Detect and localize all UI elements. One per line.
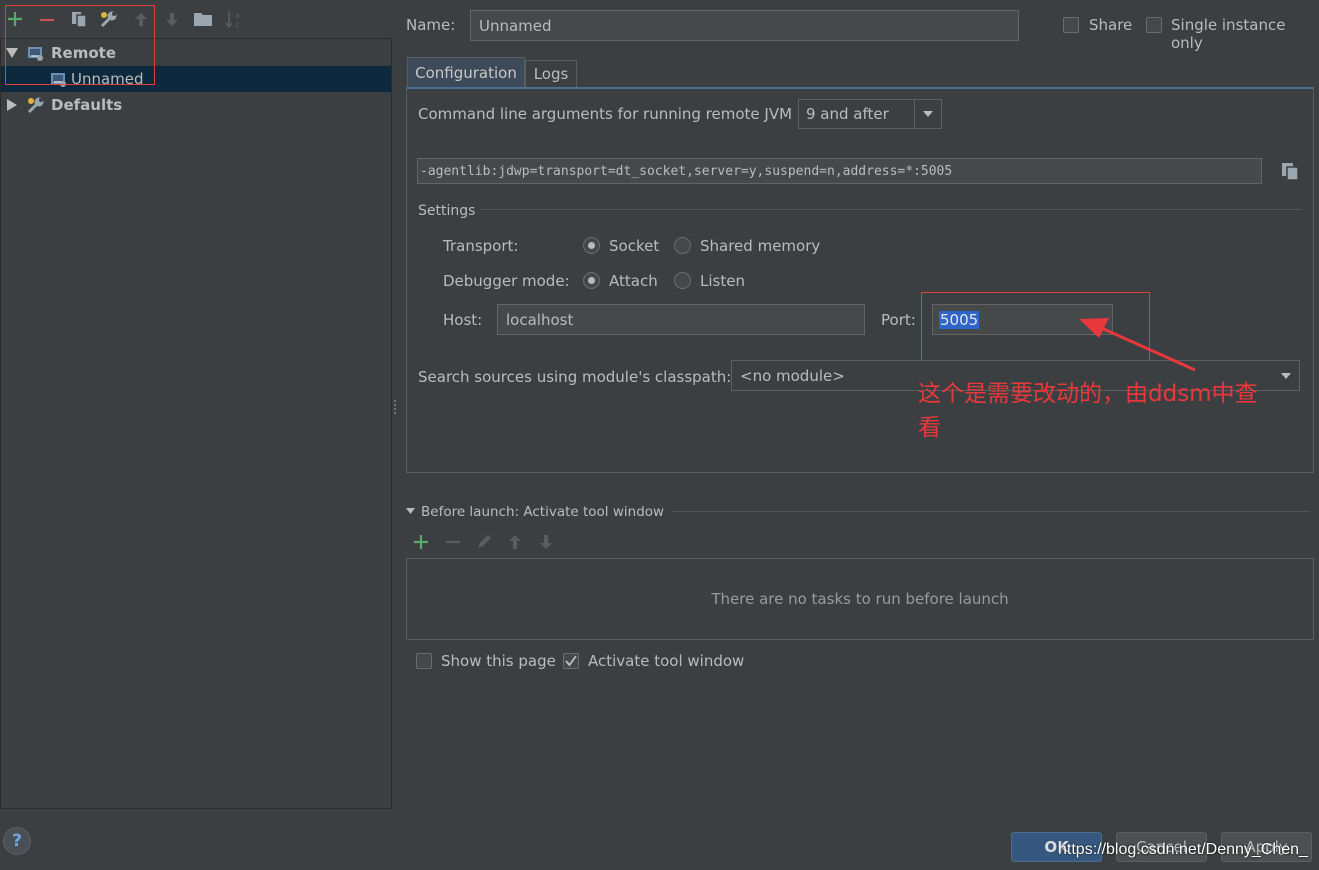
single-instance-label: Single instance only xyxy=(1171,16,1286,52)
mode-attach-radio[interactable] xyxy=(583,272,600,289)
name-label: Name: xyxy=(406,16,456,34)
name-input[interactable]: Unnamed xyxy=(470,10,1019,41)
watermark-text: https://blog.csdn.net/Denny_Chen_ xyxy=(1058,841,1308,858)
arrow-up-icon xyxy=(506,533,524,551)
annotation-line-1: 这个是需要改动的，由ddsm中查 xyxy=(918,381,1258,407)
cmd-args-value: -agentlib:jdwp=transport=dt_socket,serve… xyxy=(420,163,953,179)
share-checkbox[interactable] xyxy=(1063,17,1079,33)
before-launch-title: Before launch: Activate tool window xyxy=(421,504,665,520)
cmd-args-field[interactable]: -agentlib:jdwp=transport=dt_socket,serve… xyxy=(417,158,1262,184)
run-config-tree: Remote Unnamed Defaults xyxy=(0,38,392,809)
collapsed-triangle-icon[interactable] xyxy=(7,99,17,111)
port-input-value: 5005 xyxy=(939,310,980,329)
help-button[interactable]: ? xyxy=(3,827,31,855)
transport-socket-label: Socket xyxy=(609,237,660,255)
remove-icon xyxy=(444,533,462,551)
jvm-version-dropdown[interactable]: 9 and after xyxy=(798,99,942,129)
transport-shared-memory-label: Shared memory xyxy=(700,237,821,255)
annotation-line-2: 看 xyxy=(918,415,941,441)
transport-label: Transport: xyxy=(443,237,519,255)
help-icon: ? xyxy=(12,831,22,851)
remote-debug-icon xyxy=(51,73,66,87)
add-icon[interactable] xyxy=(4,8,26,30)
arrow-down-icon xyxy=(537,533,555,551)
module-classpath-label: Search sources using module's classpath: xyxy=(418,368,732,386)
tree-label-unnamed: Unnamed xyxy=(71,70,144,88)
tree-item-unnamed[interactable]: Unnamed xyxy=(1,66,391,92)
annotation-arrow-icon xyxy=(1079,318,1196,372)
tab-logs-label: Logs xyxy=(533,65,569,83)
activate-tool-window-label: Activate tool window xyxy=(588,652,745,670)
show-page-label: Show this page xyxy=(441,652,556,670)
tree-item-defaults[interactable]: Defaults xyxy=(1,92,391,118)
tab-configuration[interactable]: Configuration xyxy=(407,57,525,87)
collapse-triangle-icon[interactable] xyxy=(406,508,415,514)
host-label: Host: xyxy=(443,311,483,329)
mode-listen-radio[interactable] xyxy=(674,272,691,289)
host-input[interactable]: localhost xyxy=(497,304,865,335)
mode-attach-label: Attach xyxy=(609,272,658,290)
expand-triangle-icon[interactable] xyxy=(6,48,18,58)
empty-tasks-text: There are no tasks to run before launch xyxy=(711,590,1009,608)
transport-shared-memory-radio[interactable] xyxy=(674,237,691,254)
arrow-down-icon xyxy=(161,8,183,30)
svg-text:a: a xyxy=(235,11,240,20)
tree-item-remote[interactable]: Remote xyxy=(1,40,391,66)
tree-label-remote: Remote xyxy=(51,44,117,62)
port-label: Port: xyxy=(881,311,916,329)
share-label: Share xyxy=(1089,16,1133,34)
splitter-handle[interactable] xyxy=(393,398,397,416)
folder-icon[interactable] xyxy=(192,8,214,30)
show-page-checkbox[interactable] xyxy=(416,653,432,669)
edit-icon xyxy=(475,533,493,551)
before-launch-separator xyxy=(672,511,1310,512)
transport-socket-radio[interactable] xyxy=(583,237,600,254)
before-launch-task-list: There are no tasks to run before launch xyxy=(406,558,1314,640)
host-input-value: localhost xyxy=(506,310,574,329)
activate-tool-window-checkbox[interactable] xyxy=(563,653,579,669)
remote-debug-icon xyxy=(28,47,43,61)
name-input-value: Unnamed xyxy=(479,16,552,35)
remove-icon[interactable] xyxy=(36,8,58,30)
arrow-up-icon xyxy=(130,8,152,30)
copy-icon[interactable] xyxy=(1280,161,1302,183)
settings-separator xyxy=(480,209,1302,210)
annotation-note: 这个是需要改动的，由ddsm中查 看 xyxy=(918,377,1313,445)
svg-text:z: z xyxy=(235,20,239,29)
debugger-mode-label: Debugger mode: xyxy=(443,272,570,290)
copy-icon[interactable] xyxy=(68,8,90,30)
tree-label-defaults: Defaults xyxy=(51,96,123,114)
tab-logs[interactable]: Logs xyxy=(525,60,577,87)
sort-az-icon: az xyxy=(223,8,245,30)
cmd-args-label: Command line arguments for running remot… xyxy=(418,105,793,123)
chevron-down-icon[interactable] xyxy=(914,100,941,128)
jvm-version-value: 9 and after xyxy=(806,105,889,123)
checkmark-icon xyxy=(565,655,577,667)
wrench-icon[interactable] xyxy=(98,8,120,30)
settings-title: Settings xyxy=(418,203,476,219)
single-instance-checkbox[interactable] xyxy=(1146,17,1162,33)
add-icon[interactable] xyxy=(412,533,430,551)
tab-configuration-label: Configuration xyxy=(415,63,517,82)
mode-listen-label: Listen xyxy=(700,272,745,290)
wrench-icon xyxy=(27,97,44,114)
